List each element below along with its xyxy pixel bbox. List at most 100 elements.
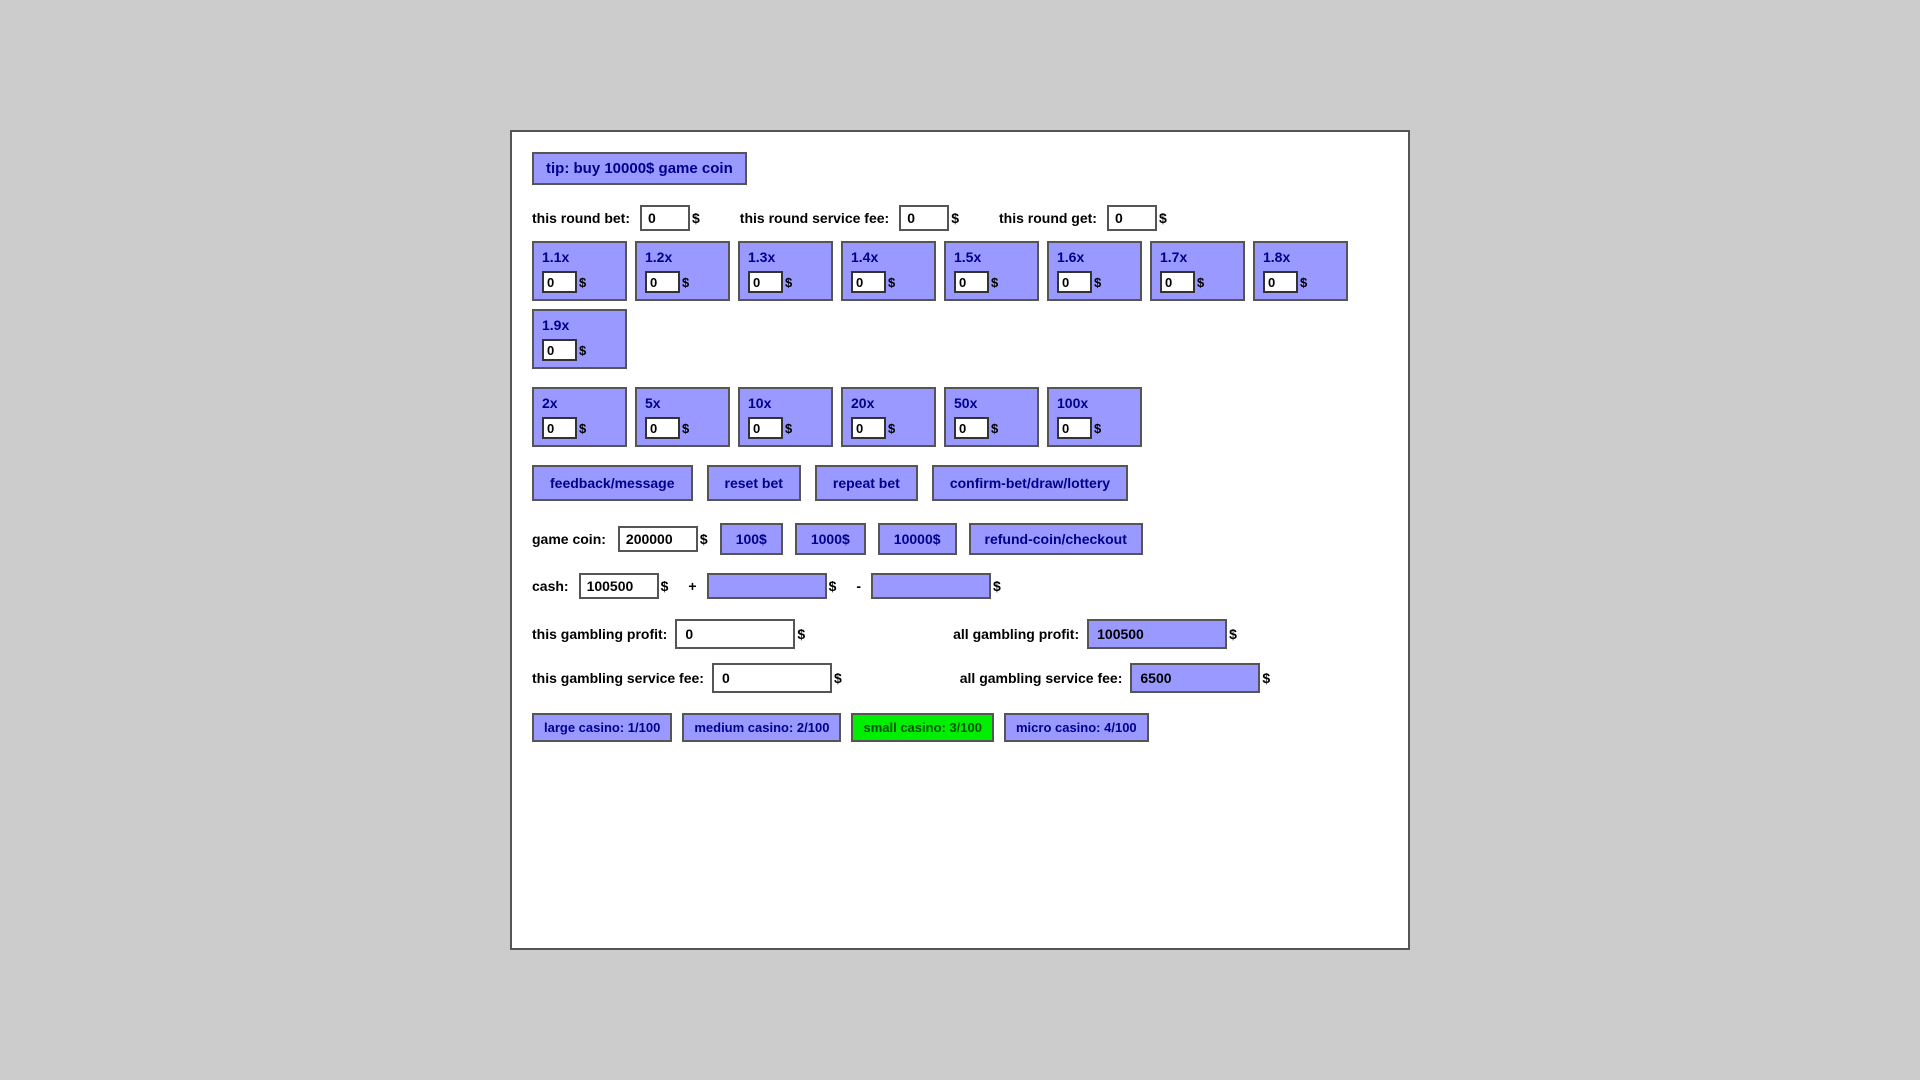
mult-box-1-6x: 1.6x $ <box>1047 241 1142 301</box>
mult-box-1-2x: 1.2x $ <box>635 241 730 301</box>
all-fee-field-wrapper: $ <box>1130 663 1270 693</box>
mult-box-1-5x: 1.5x $ <box>944 241 1039 301</box>
round-fee-label: this round service fee: <box>740 210 889 226</box>
game-coin-row: game coin: $ 100$ 1000$ 10000$ refund-co… <box>532 523 1388 555</box>
cash-dollar: $ <box>661 578 669 594</box>
round-get-label: this round get: <box>999 210 1097 226</box>
round-fee-dollar: $ <box>951 210 959 226</box>
cash-minus-input[interactable] <box>871 573 991 599</box>
mult-input-1-2x[interactable] <box>645 271 680 293</box>
all-profit-field-wrapper: $ <box>1087 619 1237 649</box>
profit-section: this gambling profit: $ all gambling pro… <box>532 619 1388 693</box>
round-bet-field-wrapper: $ <box>640 205 700 231</box>
feedback-button[interactable]: feedback/message <box>532 465 693 501</box>
round-bet-input[interactable] <box>640 205 690 231</box>
mult-input-100x[interactable] <box>1057 417 1092 439</box>
all-profit-label: all gambling profit: <box>953 626 1079 642</box>
cash-input[interactable] <box>579 573 659 599</box>
micro-casino-label: micro casino: 4/100 <box>1016 720 1137 735</box>
confirm-bet-button[interactable]: confirm-bet/draw/lottery <box>932 465 1128 501</box>
this-fee-label: this gambling service fee: <box>532 670 704 686</box>
action-buttons-row: feedback/message reset bet repeat bet co… <box>532 465 1388 501</box>
plus-sign: + <box>688 578 696 594</box>
mult-input-20x[interactable] <box>851 417 886 439</box>
tip-text: tip: buy 10000$ game coin <box>546 160 733 177</box>
large-casino-label: large casino: 1/100 <box>544 720 660 735</box>
cash-field-wrapper: $ <box>579 573 669 599</box>
all-fee-input[interactable] <box>1130 663 1260 693</box>
refund-button[interactable]: refund-coin/checkout <box>969 523 1143 555</box>
small-casino-badge: small casino: 3/100 <box>851 713 994 742</box>
cash-plus-dollar: $ <box>829 578 837 594</box>
cash-plus-field-wrapper: $ <box>707 573 837 599</box>
casino-badges-row: large casino: 1/100 medium casino: 2/100… <box>532 713 1388 742</box>
round-get-field-wrapper: $ <box>1107 205 1167 231</box>
mult-input-1-6x[interactable] <box>1057 271 1092 293</box>
round-bet-dollar: $ <box>692 210 700 226</box>
mult-box-1-8x: 1.8x $ <box>1253 241 1348 301</box>
multiplier-grid-row2: 2x $ 5x $ 10x $ 20x $ <box>532 387 1388 447</box>
main-container: tip: buy 10000$ game coin this round bet… <box>510 130 1410 950</box>
this-fee-field-wrapper: $ <box>712 663 842 693</box>
mult-box-100x: 100x $ <box>1047 387 1142 447</box>
this-profit-input[interactable] <box>675 619 795 649</box>
this-fee-input[interactable] <box>712 663 832 693</box>
mult-box-1-7x: 1.7x $ <box>1150 241 1245 301</box>
mult-input-1-9x[interactable] <box>542 339 577 361</box>
all-profit-input[interactable] <box>1087 619 1227 649</box>
mult-input-1-5x[interactable] <box>954 271 989 293</box>
buy-1000-button[interactable]: 1000$ <box>795 523 866 555</box>
mult-box-10x: 10x $ <box>738 387 833 447</box>
mult-input-1-7x[interactable] <box>1160 271 1195 293</box>
medium-casino-label: medium casino: 2/100 <box>694 720 829 735</box>
mult-box-1-9x: 1.9x $ <box>532 309 627 369</box>
mult-input-2x[interactable] <box>542 417 577 439</box>
mult-box-20x: 20x $ <box>841 387 936 447</box>
this-profit-row: this gambling profit: $ all gambling pro… <box>532 619 1388 649</box>
game-coin-input[interactable] <box>618 526 698 552</box>
small-casino-label: small casino: 3/100 <box>863 720 982 735</box>
buy-100-button[interactable]: 100$ <box>720 523 783 555</box>
cash-label: cash: <box>532 578 569 594</box>
this-fee-row: this gambling service fee: $ all gamblin… <box>532 663 1388 693</box>
mult-input-50x[interactable] <box>954 417 989 439</box>
mult-box-1-1x: 1.1x $ <box>532 241 627 301</box>
mult-box-1-3x: 1.3x $ <box>738 241 833 301</box>
all-profit-dollar: $ <box>1229 626 1237 642</box>
game-coin-label: game coin: <box>532 531 606 547</box>
mult-box-50x: 50x $ <box>944 387 1039 447</box>
minus-sign: - <box>856 578 861 594</box>
mult-box-1-4x: 1.4x $ <box>841 241 936 301</box>
mult-input-1-3x[interactable] <box>748 271 783 293</box>
this-fee-dollar: $ <box>834 670 842 686</box>
cash-minus-field-wrapper: $ <box>871 573 1001 599</box>
medium-casino-badge: medium casino: 2/100 <box>682 713 841 742</box>
mult-input-1-4x[interactable] <box>851 271 886 293</box>
mult-input-1-1x[interactable] <box>542 271 577 293</box>
multiplier-grid-row1: 1.1x $ 1.2x $ 1.3x $ 1.4x $ <box>532 241 1388 369</box>
reset-bet-button[interactable]: reset bet <box>707 465 801 501</box>
round-get-input[interactable] <box>1107 205 1157 231</box>
mult-box-2x: 2x $ <box>532 387 627 447</box>
round-get-dollar: $ <box>1159 210 1167 226</box>
round-fee-input[interactable] <box>899 205 949 231</box>
round-bet-label: this round bet: <box>532 210 630 226</box>
mult-input-5x[interactable] <box>645 417 680 439</box>
mult-input-1-8x[interactable] <box>1263 271 1298 293</box>
micro-casino-badge: micro casino: 4/100 <box>1004 713 1149 742</box>
cash-minus-dollar: $ <box>993 578 1001 594</box>
game-coin-field-wrapper: $ <box>618 526 708 552</box>
cash-plus-input[interactable] <box>707 573 827 599</box>
cash-row: cash: $ + $ - $ <box>532 573 1388 599</box>
round-info-row: this round bet: $ this round service fee… <box>532 205 1388 231</box>
tip-box: tip: buy 10000$ game coin <box>532 152 747 185</box>
repeat-bet-button[interactable]: repeat bet <box>815 465 918 501</box>
mult-input-10x[interactable] <box>748 417 783 439</box>
all-fee-dollar: $ <box>1262 670 1270 686</box>
mult-box-5x: 5x $ <box>635 387 730 447</box>
this-profit-field-wrapper: $ <box>675 619 805 649</box>
buy-10000-button[interactable]: 10000$ <box>878 523 957 555</box>
this-profit-dollar: $ <box>797 626 805 642</box>
all-fee-label: all gambling service fee: <box>960 670 1123 686</box>
this-profit-label: this gambling profit: <box>532 626 667 642</box>
